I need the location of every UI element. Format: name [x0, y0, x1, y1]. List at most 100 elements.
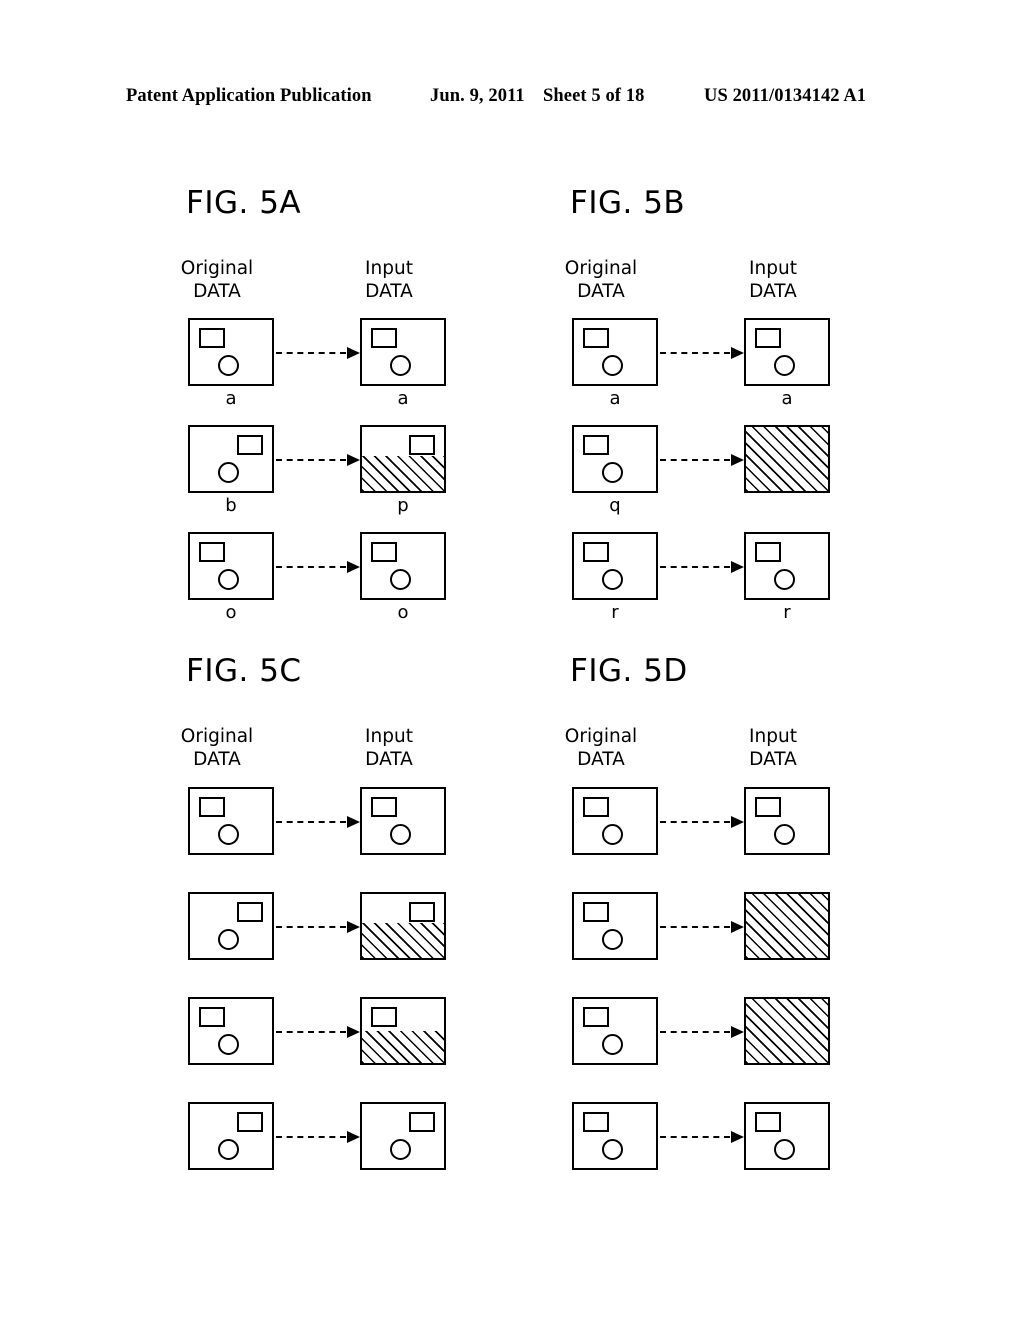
caption-line-1: Original: [180, 726, 254, 747]
caption-line-1: Original: [564, 258, 638, 279]
header-sheet: Sheet 5 of 18: [543, 86, 645, 106]
square-glyph-icon: [199, 797, 225, 817]
arrow-head: [347, 816, 360, 828]
input-data-caption: Input DATA: [703, 257, 843, 303]
caption-line-1: Original: [564, 726, 638, 747]
arrow-shaft: [276, 821, 346, 823]
original-data-box: [188, 318, 274, 386]
circle-glyph-icon: [390, 569, 411, 590]
caption-line-2: DATA: [193, 281, 241, 302]
caption-line-1: Input: [365, 726, 413, 747]
arrow-shaft: [660, 926, 730, 928]
original-box-label: a: [609, 388, 621, 409]
original-data-box: [188, 787, 274, 855]
arrow-head: [347, 347, 360, 359]
square-glyph-icon: [583, 1007, 609, 1027]
circle-glyph-icon: [390, 824, 411, 845]
input-data-box: [360, 787, 446, 855]
square-glyph-icon: [237, 1112, 263, 1132]
input-data-box: [744, 997, 830, 1065]
input-data-box: [744, 787, 830, 855]
caption-line-2: DATA: [365, 749, 413, 770]
circle-glyph-icon: [602, 569, 623, 590]
square-glyph-icon: [371, 328, 397, 348]
hatched-region: [362, 455, 444, 491]
input-data-box: [360, 892, 446, 960]
caption-line-1: Input: [749, 726, 797, 747]
dashed-arrow-icon: [660, 816, 744, 828]
original-data-box: [188, 892, 274, 960]
square-glyph-icon: [583, 902, 609, 922]
caption-line-2: DATA: [193, 749, 241, 770]
square-glyph-icon: [371, 1007, 397, 1027]
input-data-box: [744, 1102, 830, 1170]
input-data-box: [360, 425, 446, 493]
original-data-caption: Original DATA: [531, 725, 671, 771]
dashed-arrow-icon: [276, 561, 360, 573]
input-data-box: [360, 1102, 446, 1170]
square-glyph-icon: [583, 435, 609, 455]
square-glyph-icon: [583, 542, 609, 562]
hatched-region: [362, 922, 444, 958]
square-glyph-icon: [755, 1112, 781, 1132]
input-data-box: [360, 997, 446, 1065]
circle-glyph-icon: [390, 355, 411, 376]
original-data-box: [188, 425, 274, 493]
circle-glyph-icon: [774, 824, 795, 845]
circle-glyph-icon: [602, 1034, 623, 1055]
input-data-box: [744, 532, 830, 600]
input-data-box: [744, 318, 830, 386]
square-glyph-icon: [199, 542, 225, 562]
header-date: Jun. 9, 2011: [430, 86, 525, 106]
circle-glyph-icon: [602, 824, 623, 845]
caption-line-2: DATA: [749, 281, 797, 302]
header-patent-number: US 2011/0134142 A1: [704, 86, 867, 106]
caption-line-2: DATA: [577, 749, 625, 770]
original-data-box: [572, 532, 658, 600]
arrow-shaft: [276, 566, 346, 568]
original-data-box: [188, 532, 274, 600]
original-box-label: b: [225, 495, 237, 516]
caption-line-1: Input: [749, 258, 797, 279]
original-data-caption: Original DATA: [147, 257, 287, 303]
square-glyph-icon: [755, 797, 781, 817]
dashed-arrow-icon: [660, 454, 744, 466]
circle-glyph-icon: [602, 355, 623, 376]
arrow-head: [731, 561, 744, 573]
square-glyph-icon: [199, 328, 225, 348]
arrow-head: [347, 1131, 360, 1143]
dashed-arrow-icon: [276, 347, 360, 359]
arrow-head: [731, 454, 744, 466]
original-data-box: [572, 892, 658, 960]
arrow-shaft: [276, 1031, 346, 1033]
circle-glyph-icon: [774, 1139, 795, 1160]
arrow-shaft: [660, 459, 730, 461]
original-box-label: r: [611, 602, 619, 623]
arrow-head: [347, 561, 360, 573]
dashed-arrow-icon: [276, 1026, 360, 1038]
dashed-arrow-icon: [276, 921, 360, 933]
page-header: Patent Application Publication Jun. 9, 2…: [0, 86, 1024, 112]
dashed-arrow-icon: [276, 454, 360, 466]
input-data-caption: Input DATA: [319, 725, 459, 771]
circle-glyph-icon: [218, 355, 239, 376]
hatched-region: [746, 894, 828, 958]
arrow-head: [347, 1026, 360, 1038]
input-box-label: p: [397, 495, 409, 516]
hatched-region: [362, 1031, 444, 1063]
figure-title: FIG. 5A: [186, 185, 302, 221]
square-glyph-icon: [371, 542, 397, 562]
arrow-head: [731, 816, 744, 828]
arrow-head: [347, 454, 360, 466]
circle-glyph-icon: [218, 569, 239, 590]
square-glyph-icon: [371, 797, 397, 817]
original-box-label: a: [225, 388, 237, 409]
figure-title: FIG. 5B: [570, 185, 686, 221]
original-data-box: [572, 1102, 658, 1170]
arrow-head: [731, 1026, 744, 1038]
dashed-arrow-icon: [276, 1131, 360, 1143]
square-glyph-icon: [199, 1007, 225, 1027]
arrow-shaft: [660, 566, 730, 568]
arrow-shaft: [276, 459, 346, 461]
circle-glyph-icon: [218, 462, 239, 483]
